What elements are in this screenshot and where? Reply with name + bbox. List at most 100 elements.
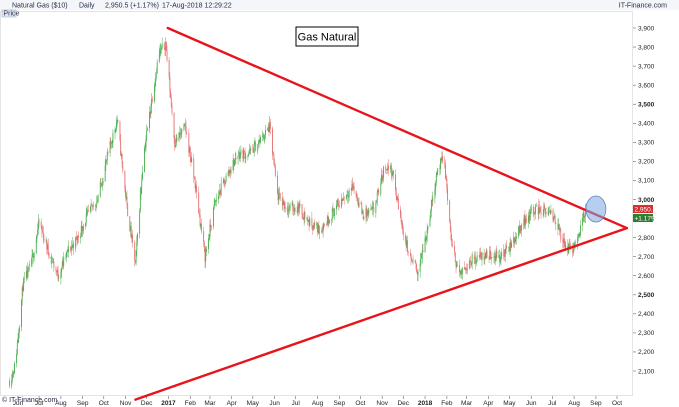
candle-body [41,227,43,231]
candle-body [449,200,451,222]
price-tags: 2,950.5 +1.17% [633,205,657,222]
candle-body [395,190,397,196]
candle-body [329,220,330,223]
candle-body [127,203,129,217]
candle-body [250,147,252,151]
candle-body [309,218,311,226]
candle-body [30,264,32,265]
candle-body [189,147,191,158]
x-tick-label: Nov [120,400,132,407]
candle-body [218,195,220,196]
candle-body [432,198,434,201]
candle-body [380,183,382,195]
candle-body [327,216,329,223]
candle-body [220,183,222,195]
candle-body [239,154,241,160]
x-tick-label: Dec [397,400,409,407]
candle-body [484,258,486,260]
y-tick-label: 2,600 [638,273,655,280]
candle-body [429,218,431,227]
candle-body [121,153,123,162]
candle-body [434,189,436,199]
candle-body [476,255,478,262]
candle-body [257,144,259,152]
candle-body [21,299,22,328]
y-tick-label: 2,100 [638,368,655,375]
candle-body [514,239,516,244]
candle-body [515,238,517,240]
chart: Natural Gas ($10) Daily 2,950.5 (+1.17%)… [0,0,679,407]
x-tick-label: Jul [548,400,557,407]
candle-body [558,224,560,231]
candle-body [150,106,152,114]
candle-body [459,265,460,273]
candle-body [23,278,25,291]
candle-body [530,206,532,211]
candle-body [198,192,200,214]
candle-body [37,220,39,230]
candle-body [332,208,334,212]
candle-body [16,342,18,354]
candle-body [279,193,281,199]
y-tick-label: 3,600 [638,82,655,89]
candle-body [17,338,19,343]
candle-body [247,155,249,157]
candle-body [175,144,176,148]
candle-body [170,91,172,98]
candle-body [444,162,446,164]
y-tick-label: 2,200 [638,349,655,356]
candle-body [125,187,127,198]
x-tick-label: Apr [483,400,494,407]
candle-body [506,245,508,248]
candle-body [449,221,451,232]
candle-body [173,112,175,139]
candle-body [23,278,25,279]
candle-body [119,121,121,140]
candle-body [430,199,432,211]
candle-body [106,159,108,162]
candle-body [286,207,288,211]
candles [9,37,586,389]
candle-body [48,252,50,259]
y-tick-label: 2,400 [638,311,655,318]
candle-body [139,193,141,212]
candle-body [96,201,98,207]
candle-body [63,256,65,266]
candle-body [579,225,581,236]
candle-body [230,170,232,173]
y-tick-label: 2,700 [638,254,655,261]
candle-body [312,227,314,231]
candle-body [170,97,172,106]
candle-body [176,137,178,141]
candle-body [343,198,345,200]
candle-body [274,163,276,166]
candle-body [388,165,389,170]
candle-body [85,223,86,226]
candle-body [57,270,59,279]
candle-body [80,236,82,238]
candle-body [210,226,212,227]
candle-body [454,245,456,253]
candle-body [299,204,301,206]
candle-body [208,236,210,239]
candle-body [13,373,15,374]
candle-body [284,207,286,209]
candle-body [66,251,67,258]
candle-body [35,239,37,254]
candle-body [274,165,276,176]
candle-body [575,242,576,244]
candle-body [205,251,207,262]
candle-body [184,123,186,126]
candle-body [480,252,482,259]
candle-body [318,224,320,234]
candle-body [78,235,79,238]
candle-body [136,240,138,251]
candle-body [47,244,49,253]
candle-body [122,161,124,171]
candle-body [445,178,447,180]
candle-body [542,214,544,215]
candle-body [87,210,89,212]
candle-body [375,202,377,213]
x-tick-label: Sep [334,400,346,407]
candle-body [70,247,72,251]
